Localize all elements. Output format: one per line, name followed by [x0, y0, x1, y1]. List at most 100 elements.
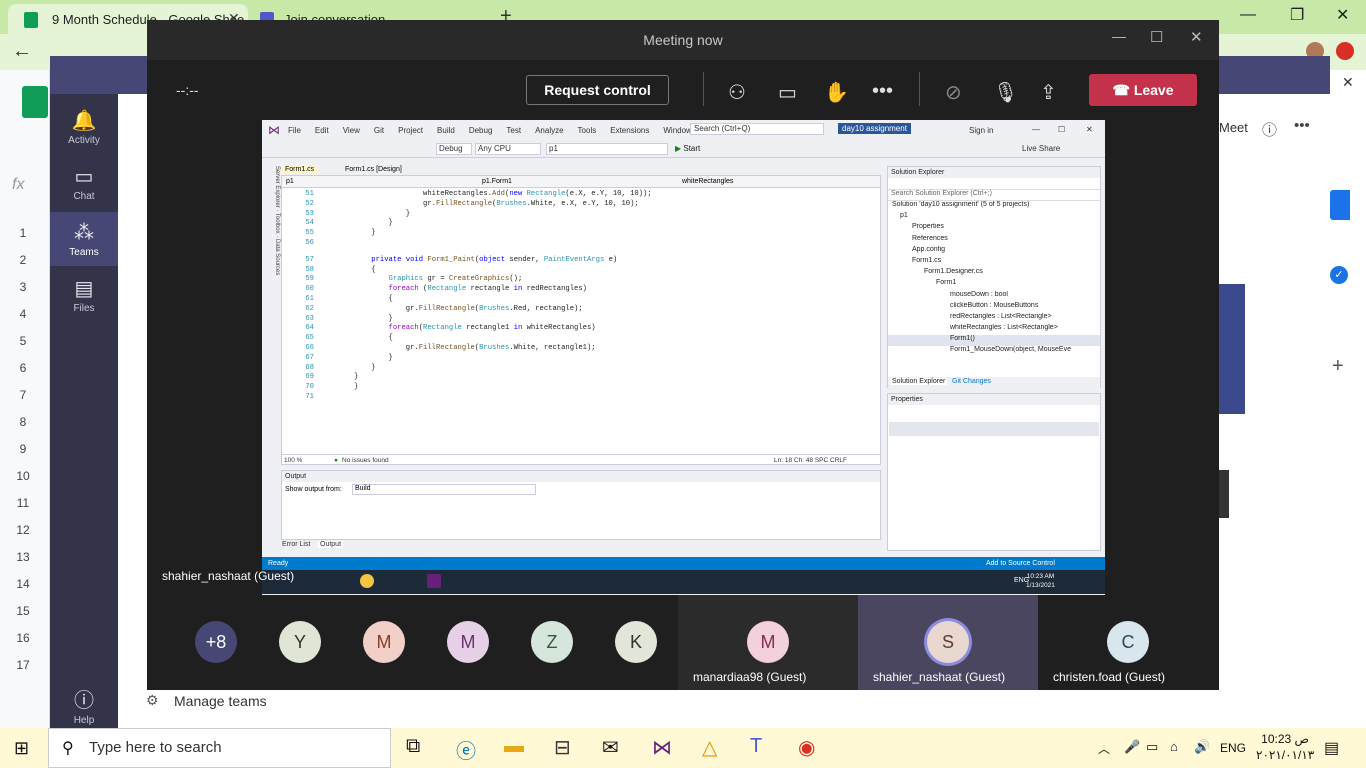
- solution-tree-item[interactable]: Form1.cs: [888, 257, 1100, 268]
- vs-maximize-icon[interactable]: ☐: [1058, 125, 1065, 134]
- sheet-row-number[interactable]: 10: [0, 469, 46, 483]
- solution-tree-item[interactable]: Solution 'day10 assignment' (5 of 5 proj…: [888, 201, 1100, 212]
- raise-hand-icon[interactable]: ✋: [824, 80, 849, 105]
- meeting-maximize-icon[interactable]: ☐: [1150, 28, 1163, 46]
- solution-tree-item[interactable]: Form1: [888, 279, 1100, 290]
- visual-studio-icon[interactable]: ⋈: [652, 735, 672, 760]
- windows-start-icon[interactable]: ⊞: [14, 738, 29, 759]
- file-explorer-icon[interactable]: ▬: [504, 735, 524, 758]
- maximize-icon[interactable]: ❐: [1290, 5, 1304, 25]
- language-indicator[interactable]: ENG: [1220, 741, 1246, 755]
- vs-menu-item[interactable]: Project: [398, 126, 423, 135]
- gear-icon[interactable]: ⚙: [146, 692, 159, 709]
- vs-close-icon[interactable]: ✕: [1086, 125, 1093, 134]
- chat-icon[interactable]: ▭: [778, 80, 797, 105]
- vs-menu-item[interactable]: File: [288, 126, 301, 135]
- side-button[interactable]: [1330, 190, 1350, 220]
- close-icon[interactable]: ✕: [1336, 5, 1349, 25]
- tab-form1-design[interactable]: Form1.cs [Design]: [341, 165, 406, 174]
- avatar[interactable]: M: [363, 621, 405, 663]
- sheet-row-number[interactable]: 7: [0, 388, 46, 402]
- leave-button[interactable]: ☎ Leave: [1089, 74, 1197, 106]
- zoom-level[interactable]: 100 %: [284, 457, 302, 464]
- sheet-row-number[interactable]: 12: [0, 523, 46, 537]
- mic-off-icon[interactable]: 🎙: [993, 80, 1018, 105]
- nav-class[interactable]: p1.Form1: [482, 178, 512, 185]
- vs-menu-item[interactable]: Window: [663, 126, 691, 135]
- rail-files[interactable]: ▤ Files: [50, 276, 118, 324]
- avatar[interactable]: C: [1107, 621, 1149, 663]
- avatar[interactable]: Z: [531, 621, 573, 663]
- teams-taskbar-icon[interactable]: T: [750, 735, 762, 758]
- vlc-icon[interactable]: △: [702, 735, 717, 760]
- nav-project[interactable]: p1: [286, 178, 294, 185]
- sheet-row-number[interactable]: 15: [0, 604, 46, 618]
- plus-icon[interactable]: +: [1332, 355, 1344, 378]
- output-source-select[interactable]: Build: [352, 484, 536, 495]
- sheet-row-number[interactable]: 8: [0, 415, 46, 429]
- solution-tree-item[interactable]: Form1.Designer.cs: [888, 268, 1100, 279]
- avatar[interactable]: M: [747, 621, 789, 663]
- more-actions-icon[interactable]: •••: [872, 80, 893, 103]
- meeting-close-icon[interactable]: ✕: [1190, 28, 1203, 46]
- sheet-row-number[interactable]: 3: [0, 280, 46, 294]
- rail-teams[interactable]: ⁂ Teams: [50, 212, 118, 266]
- solution-tree-item[interactable]: Properties: [888, 223, 1100, 234]
- meet-button[interactable]: Meet: [1219, 120, 1248, 135]
- git-changes-tab[interactable]: Git Changes: [952, 378, 991, 385]
- minimize-icon[interactable]: —: [1240, 6, 1256, 24]
- vs-signin[interactable]: Sign in: [969, 126, 993, 135]
- solution-tree-item[interactable]: References: [888, 235, 1100, 246]
- vs-menu-item[interactable]: Tools: [578, 126, 597, 135]
- vs-start-button[interactable]: ▶ Start: [675, 144, 700, 153]
- rail-help[interactable]: ⓘ Help: [50, 684, 118, 726]
- avatar[interactable]: +8: [195, 621, 237, 663]
- vs-minimize-icon[interactable]: —: [1032, 125, 1040, 134]
- edge-icon[interactable]: ⓔ: [456, 735, 476, 764]
- sheet-row-number[interactable]: 14: [0, 577, 46, 591]
- rail-activity[interactable]: 🔔 Activity: [50, 108, 118, 156]
- vs-menu-item[interactable]: View: [343, 126, 360, 135]
- clock[interactable]: 10:23 ص ٢٠٢١/٠١/١٣: [1256, 731, 1314, 763]
- meeting-minimize-icon[interactable]: —: [1112, 28, 1126, 44]
- vs-menu-item[interactable]: Git: [374, 126, 384, 135]
- source-control-button[interactable]: Add to Source Control: [986, 557, 1055, 570]
- avatar[interactable]: Y: [279, 621, 321, 663]
- sheet-row-number[interactable]: 9: [0, 442, 46, 456]
- mail-icon[interactable]: ✉: [602, 735, 619, 760]
- back-icon[interactable]: ←: [12, 40, 32, 63]
- vs-search-input[interactable]: Search (Ctrl+Q): [690, 123, 824, 135]
- manage-teams-link[interactable]: Manage teams: [174, 693, 267, 709]
- avatar[interactable]: M: [447, 621, 489, 663]
- more-icon[interactable]: •••: [1294, 117, 1310, 134]
- vs-menu-item[interactable]: Edit: [315, 126, 329, 135]
- vs-config-select[interactable]: Debug: [436, 143, 472, 155]
- avatar[interactable]: K: [615, 621, 657, 663]
- sheet-row-number[interactable]: 16: [0, 631, 46, 645]
- vs-menu-item[interactable]: Analyze: [535, 126, 563, 135]
- sheet-row-number[interactable]: 4: [0, 307, 46, 321]
- camera-off-icon[interactable]: ⊘: [945, 80, 962, 105]
- vs-menu-item[interactable]: Extensions: [610, 126, 649, 135]
- solution-tree-item[interactable]: whiteRectangles : List<Rectangle>: [888, 324, 1100, 335]
- sheet-row-number[interactable]: 17: [0, 658, 46, 672]
- profile-icon[interactable]: [1336, 42, 1354, 60]
- rail-chat[interactable]: ▭ Chat: [50, 164, 118, 212]
- sheet-row-number[interactable]: 13: [0, 550, 46, 564]
- store-icon[interactable]: ⊟: [554, 735, 571, 760]
- avatar[interactable]: S: [927, 621, 969, 663]
- sheet-row-number[interactable]: 6: [0, 361, 46, 375]
- vs-cpu-select[interactable]: Any CPU: [475, 143, 541, 155]
- info-icon[interactable]: ⓘ: [1262, 119, 1277, 140]
- solution-search[interactable]: Search Solution Explorer (Ctrl+;): [888, 190, 1100, 201]
- vs-project-select[interactable]: p1: [546, 143, 668, 155]
- solution-tree-item[interactable]: p1: [888, 212, 1100, 223]
- solution-tree-item[interactable]: clickeButton : MouseButtons: [888, 302, 1100, 313]
- output-tab[interactable]: Output: [318, 541, 344, 548]
- vs-menu-item[interactable]: Debug: [469, 126, 493, 135]
- solution-tree-item[interactable]: redRectangles : List<Rectangle>: [888, 313, 1100, 324]
- notification-icon[interactable]: ▤: [1324, 738, 1339, 758]
- sheet-row-number[interactable]: 1: [0, 226, 46, 240]
- vs-menu-item[interactable]: Build: [437, 126, 455, 135]
- request-control-button[interactable]: Request control: [526, 75, 669, 105]
